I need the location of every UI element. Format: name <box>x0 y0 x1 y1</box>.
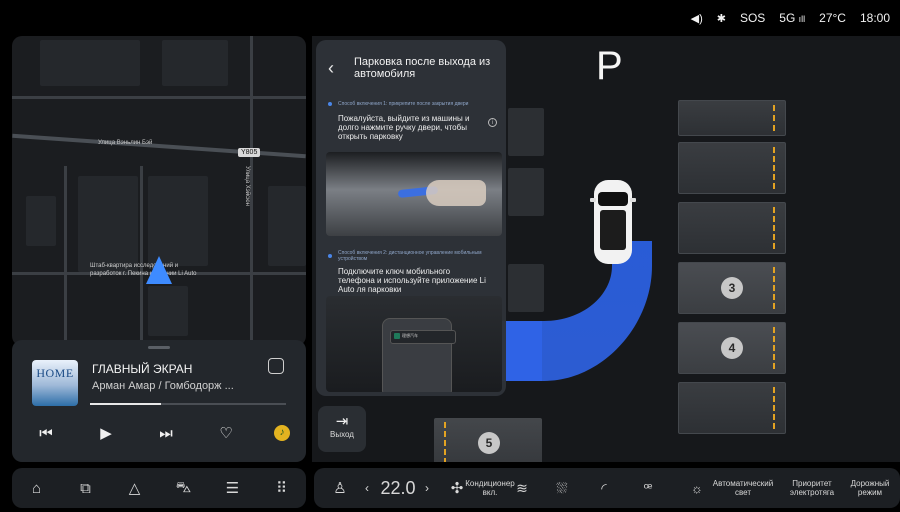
drag-handle[interactable] <box>148 346 170 349</box>
mode-1-text: Пожалуйста, выйдите из машины и долго на… <box>338 114 470 141</box>
parking-slot[interactable] <box>678 382 786 434</box>
mode-2-text: Подключите ключ мобильного телефона и ис… <box>338 267 486 294</box>
parking-slot-5[interactable]: 5 <box>434 418 542 462</box>
power-priority-button[interactable]: Приоритет электротяга <box>782 468 842 508</box>
temp-increase-icon[interactable]: › <box>420 468 434 508</box>
road-badge: Y805 <box>238 148 261 157</box>
volume-icon[interactable]: ◀) <box>691 12 703 25</box>
defrost-icon[interactable]: ⛆ <box>550 468 574 508</box>
phone-illustration: 理想汽车 <box>326 296 502 392</box>
track-artist: Арман Амар / Гомбодорж ... <box>92 380 234 392</box>
signal-indicator: 5G ıll <box>779 11 806 25</box>
guide-title: Парковка после выхода из автомобиля <box>354 56 491 80</box>
cabin-temperature[interactable]: 22.0 <box>376 468 420 508</box>
road-mode-button[interactable]: Дорожный режим <box>844 468 896 508</box>
music-app-icon[interactable]: ♪ <box>274 425 290 441</box>
screen-mirror-icon[interactable]: ⧉ <box>74 480 98 497</box>
outside-temperature: 27°C <box>819 11 846 25</box>
ac-status[interactable]: Кондиционер вкл. <box>465 468 514 508</box>
parking-slot[interactable] <box>678 100 786 136</box>
track-progress[interactable] <box>90 403 286 405</box>
info-icon[interactable]: i <box>488 118 497 127</box>
music-player[interactable]: HOME ГЛАВНЫЙ ЭКРАН Арман Амар / Гомбодор… <box>12 340 306 462</box>
climate-dock: ♙ ‹ 22.0 › ✣ Кондиционер вкл. ≋ ⛆ ◜ ꟹ ☼ … <box>314 468 900 508</box>
sos-button[interactable]: SOS <box>740 11 765 25</box>
home-icon[interactable]: ⌂ <box>25 480 49 497</box>
clock: 18:00 <box>859 11 890 25</box>
temp-decrease-icon[interactable]: ‹ <box>360 468 374 508</box>
back-chevron-icon[interactable]: ‹ <box>328 58 342 79</box>
street-label: Улица Хэйсюн <box>244 166 250 206</box>
parking-slot-3[interactable]: 3 <box>678 262 786 314</box>
parking-slot-4[interactable]: 4 <box>678 322 786 374</box>
mode-2-label: Способ включения 2: дистанционное управл… <box>338 250 482 262</box>
mirror-icon[interactable]: ꟹ <box>636 468 660 508</box>
navigation-icon[interactable]: △ <box>123 479 147 497</box>
parking-slot[interactable] <box>678 202 786 254</box>
left-dock: ⌂ ⧉ △ ⛍ ☰ ⠿ <box>12 468 306 508</box>
previous-track-icon[interactable]: ⏮ <box>34 425 58 442</box>
headlight-icon[interactable]: ☼ <box>686 468 708 508</box>
track-title: ГЛАВНЫЙ ЭКРАН <box>92 362 193 376</box>
wiper-icon[interactable]: ◜ <box>592 468 616 508</box>
door-handle-illustration <box>326 152 502 236</box>
parking-slot[interactable] <box>678 142 786 194</box>
car-icon <box>590 180 636 264</box>
seat-icon[interactable]: ♙ <box>326 468 354 508</box>
play-icon[interactable]: ▶ <box>94 424 118 442</box>
next-track-icon[interactable]: ⏭ <box>154 425 178 442</box>
parking-guide-panel: ‹ Парковка после выхода из автомобиля Сп… <box>316 40 506 396</box>
exit-icon: ⇥ <box>335 413 349 430</box>
street-label: Улица Вэньлин Бэй <box>98 140 153 146</box>
mode-1-label: Способ включения 1: прикрепите после зак… <box>338 101 469 107</box>
navigation-arrow-icon <box>146 256 172 284</box>
navigation-map[interactable]: Улица Вэньлин Бэй Улица Хэйсюн Y805 Штаб… <box>12 36 306 346</box>
media-icon[interactable]: ☰ <box>221 479 245 497</box>
seat-heat-icon[interactable]: ≋ <box>510 468 534 508</box>
apps-grid-icon[interactable]: ⠿ <box>270 479 294 497</box>
favorite-heart-icon[interactable]: ♡ <box>214 424 238 442</box>
exit-button[interactable]: ⇥ Выход <box>318 406 366 452</box>
status-bar: ◀) ✱ SOS 5G ıll 27°C 18:00 <box>0 0 900 36</box>
playlist-icon[interactable] <box>268 358 284 374</box>
vehicle-icon[interactable]: ⛍ <box>172 479 196 498</box>
album-cover[interactable]: HOME <box>32 360 78 406</box>
auto-light-button[interactable]: Автоматический свет <box>708 468 778 508</box>
bluetooth-icon[interactable]: ✱ <box>717 12 726 25</box>
